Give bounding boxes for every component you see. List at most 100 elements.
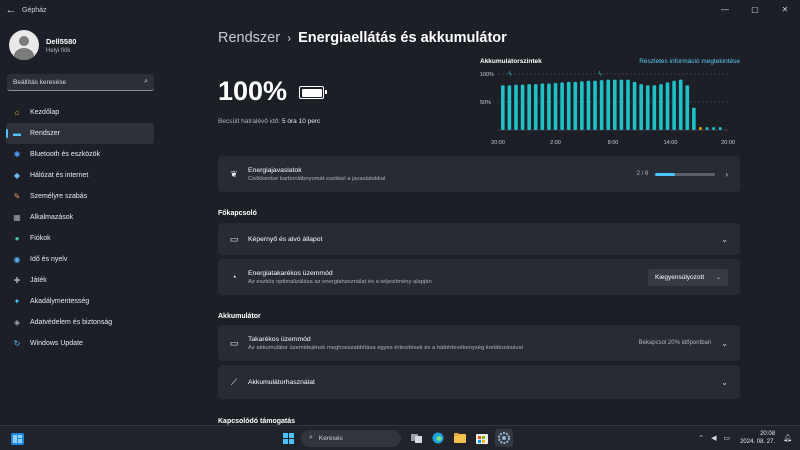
- sidebar-item-11[interactable]: ↻ Windows Update: [6, 333, 154, 354]
- chart-bar[interactable]: [593, 80, 597, 130]
- sidebar-item-4[interactable]: ✎ Személyre szabás: [6, 186, 154, 207]
- chart-bar[interactable]: [520, 84, 525, 130]
- breadcrumb-parent[interactable]: Rendszer: [218, 30, 280, 46]
- sidebar-item-label: Személyre szabás: [30, 193, 88, 200]
- sidebar-item-label: Játék: [30, 277, 47, 284]
- chart-bar[interactable]: [606, 79, 611, 130]
- x-tick-label: 2:00: [550, 140, 561, 146]
- chart-bar[interactable]: [573, 81, 578, 130]
- sidebar-item-label: Alkalmazások: [30, 214, 74, 221]
- start-button[interactable]: [279, 429, 297, 447]
- chart-bar[interactable]: [659, 84, 663, 130]
- chart-bar[interactable]: [527, 84, 531, 130]
- chart-bar[interactable]: [678, 79, 683, 130]
- taskbar-search[interactable]: ⌕ Keresés: [301, 429, 401, 447]
- sidebar-item-5[interactable]: ▦ Alkalmazások: [6, 207, 154, 228]
- chart-bar[interactable]: [514, 84, 518, 130]
- sidebar-item-7[interactable]: ◉ Idő és nyelv: [6, 249, 154, 270]
- chart-bar[interactable]: [553, 82, 558, 130]
- chart-bar[interactable]: [586, 80, 591, 130]
- chart-bar[interactable]: [566, 81, 571, 130]
- battery-tray-icon[interactable]: ▭: [723, 434, 730, 442]
- x-tick-label: 20:00: [721, 140, 735, 146]
- remaining-label: Becsült hátralévő idő:: [218, 118, 281, 125]
- chart-bar[interactable]: [632, 81, 637, 130]
- sidebar-item-0[interactable]: ⌂ Kezdőlap: [6, 102, 154, 123]
- chart-plot[interactable]: 100% 50% ϟ ϟ 20:00 2:00 8:00 14:00 20:00: [478, 68, 740, 148]
- chart-dot: [712, 127, 716, 130]
- chart-bar[interactable]: [599, 80, 604, 130]
- home-icon: ⌂: [14, 108, 20, 117]
- chart-bar[interactable]: [645, 85, 650, 130]
- chart-bar[interactable]: [560, 82, 564, 130]
- sidebar-item-9[interactable]: ✦ Akadálymentesség: [6, 291, 154, 312]
- speaker-icon[interactable]: ◀: [711, 434, 716, 442]
- chart-bar[interactable]: [639, 84, 643, 130]
- sidebar-item-8[interactable]: ✚ Játék: [6, 270, 154, 291]
- person-icon: ●: [14, 234, 20, 243]
- minimize-button[interactable]: —: [710, 0, 740, 18]
- globe-icon: ◉: [13, 255, 21, 264]
- battery-saver-card[interactable]: ▭ Takarékos üzemmód Az akkumulátor üzemi…: [218, 325, 740, 361]
- widgets-icon[interactable]: [11, 432, 24, 450]
- notification-bell-icon[interactable]: 🔔︎: [783, 434, 792, 442]
- shield-icon: ◈: [13, 318, 21, 327]
- chart-bar[interactable]: [685, 85, 690, 130]
- section-related: Kapcsolódó támogatás: [218, 418, 296, 425]
- chevron-up-icon[interactable]: ⌃: [698, 434, 704, 442]
- chart-bar[interactable]: [672, 80, 676, 130]
- battery-usage-card[interactable]: ⟋ Akkumulátorhasználat ⌄: [218, 365, 740, 399]
- details-link[interactable]: Részletes információ megtekintése: [639, 58, 740, 65]
- sidebar-item-3[interactable]: ◆ Hálózat és internet: [6, 165, 154, 186]
- chart-bar[interactable]: [501, 85, 505, 130]
- chart-bar[interactable]: [613, 79, 617, 130]
- task-view-icon[interactable]: [407, 429, 425, 447]
- file-explorer-icon[interactable]: [451, 429, 469, 447]
- x-tick-label: 8:00: [608, 140, 619, 146]
- chart-bar[interactable]: [507, 85, 512, 130]
- back-button[interactable]: ←: [0, 4, 22, 16]
- chevron-down-icon: ⌄: [715, 274, 721, 281]
- chart-bar[interactable]: [547, 83, 551, 130]
- power-mode-icon: ◔: [231, 272, 237, 282]
- sidebar-item-label: Windows Update: [30, 340, 83, 347]
- sidebar-item-label: Bluetooth és eszközök: [30, 151, 101, 158]
- chevron-down-icon: ⌄: [721, 377, 728, 387]
- power-mode-dropdown[interactable]: Kiegyensúlyozott ⌄: [648, 268, 728, 286]
- close-button[interactable]: ✕: [770, 0, 800, 18]
- brush-icon: ✎: [13, 192, 21, 201]
- battery-remaining: Becsült hátralévő idő: 5 óra 10 perc: [218, 118, 320, 125]
- sidebar-item-2[interactable]: ✱ Bluetooth és eszközök: [6, 144, 154, 165]
- search-icon[interactable]: ⌕: [144, 78, 148, 86]
- user-profile[interactable]: Dell5580 Helyi fiók: [9, 30, 76, 60]
- chart-bar[interactable]: [540, 83, 545, 130]
- sidebar-item-10[interactable]: ◈ Adatvédelem és biztonság: [6, 312, 154, 333]
- chart-bar[interactable]: [619, 79, 624, 130]
- sidebar-item-1[interactable]: ▬ Rendszer: [6, 123, 154, 144]
- title-bar: ← Gépház — ▢ ✕: [0, 0, 800, 20]
- chart-bar[interactable]: [665, 82, 670, 130]
- clock-time: 20:08: [760, 431, 776, 437]
- chart-bar[interactable]: [533, 84, 538, 130]
- maximize-button[interactable]: ▢: [740, 0, 770, 18]
- clock[interactable]: 20:08 2024. 08. 27.: [740, 430, 775, 446]
- chart-bar[interactable]: [692, 107, 696, 130]
- energy-recommendations-card[interactable]: ❦ Energiajavaslatok Csökkentse karbonláb…: [218, 156, 740, 192]
- edge-icon[interactable]: [429, 429, 447, 447]
- chart-bar[interactable]: [626, 79, 630, 130]
- taskbar-search-label: Keresés: [318, 434, 343, 442]
- screen-sleep-card[interactable]: ▭ Képernyő és alvó állapot ⌄: [218, 223, 740, 255]
- chart-bar[interactable]: [652, 85, 657, 130]
- sidebar-item-6[interactable]: ● Fiókok: [6, 228, 154, 249]
- settings-gear-icon[interactable]: [495, 429, 513, 447]
- section-power: Főkapcsoló: [218, 210, 257, 217]
- battery-percent: 100%: [218, 76, 288, 106]
- store-icon[interactable]: [473, 429, 491, 447]
- settings-search[interactable]: ⌕: [7, 74, 154, 91]
- power-mode-subtitle: Az eszköz optimalizálása az energiahaszn…: [248, 278, 432, 285]
- chart-bar[interactable]: [580, 81, 584, 130]
- energy-subtitle: Csökkentse karbonlábnyomát ezekkel a jav…: [248, 175, 386, 182]
- search-input[interactable]: [13, 78, 145, 86]
- clock-date: 2024. 08. 27.: [740, 439, 776, 445]
- system-tray: ⌃ ◀ ▭ 20:08 2024. 08. 27. 🔔︎: [691, 430, 792, 446]
